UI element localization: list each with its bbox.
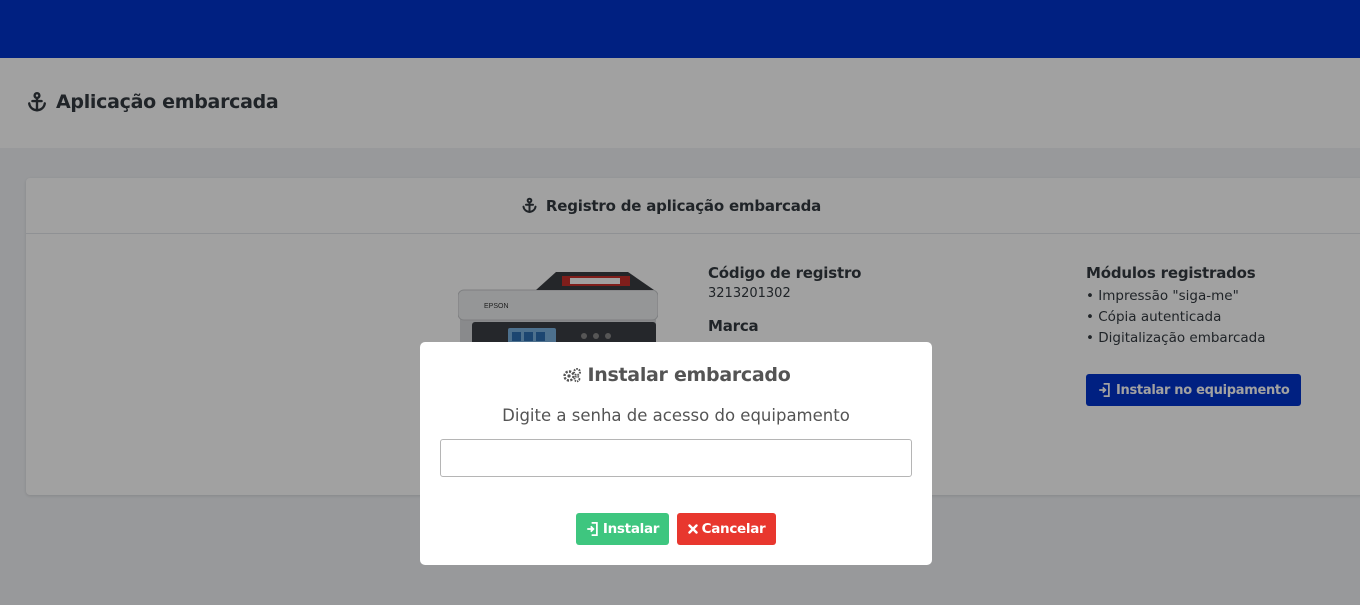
dialog-subtitle: Digite a senha de acesso do equipamento bbox=[502, 406, 850, 425]
password-input[interactable] bbox=[440, 439, 912, 477]
dialog-title-text: Instalar embarcado bbox=[587, 364, 791, 386]
install-dialog: Instalar embarcado Digite a senha de ace… bbox=[420, 342, 932, 565]
close-icon bbox=[687, 524, 698, 534]
cancel-button[interactable]: Cancelar bbox=[677, 513, 776, 545]
sign-in-icon bbox=[586, 522, 599, 536]
dialog-actions: Instalar Cancelar bbox=[420, 513, 932, 545]
cogs-icon bbox=[562, 367, 582, 383]
install-button-label: Instalar bbox=[602, 521, 660, 537]
dialog-title: Instalar embarcado bbox=[420, 364, 932, 386]
cancel-button-label: Cancelar bbox=[701, 521, 766, 537]
install-button[interactable]: Instalar bbox=[576, 513, 669, 545]
